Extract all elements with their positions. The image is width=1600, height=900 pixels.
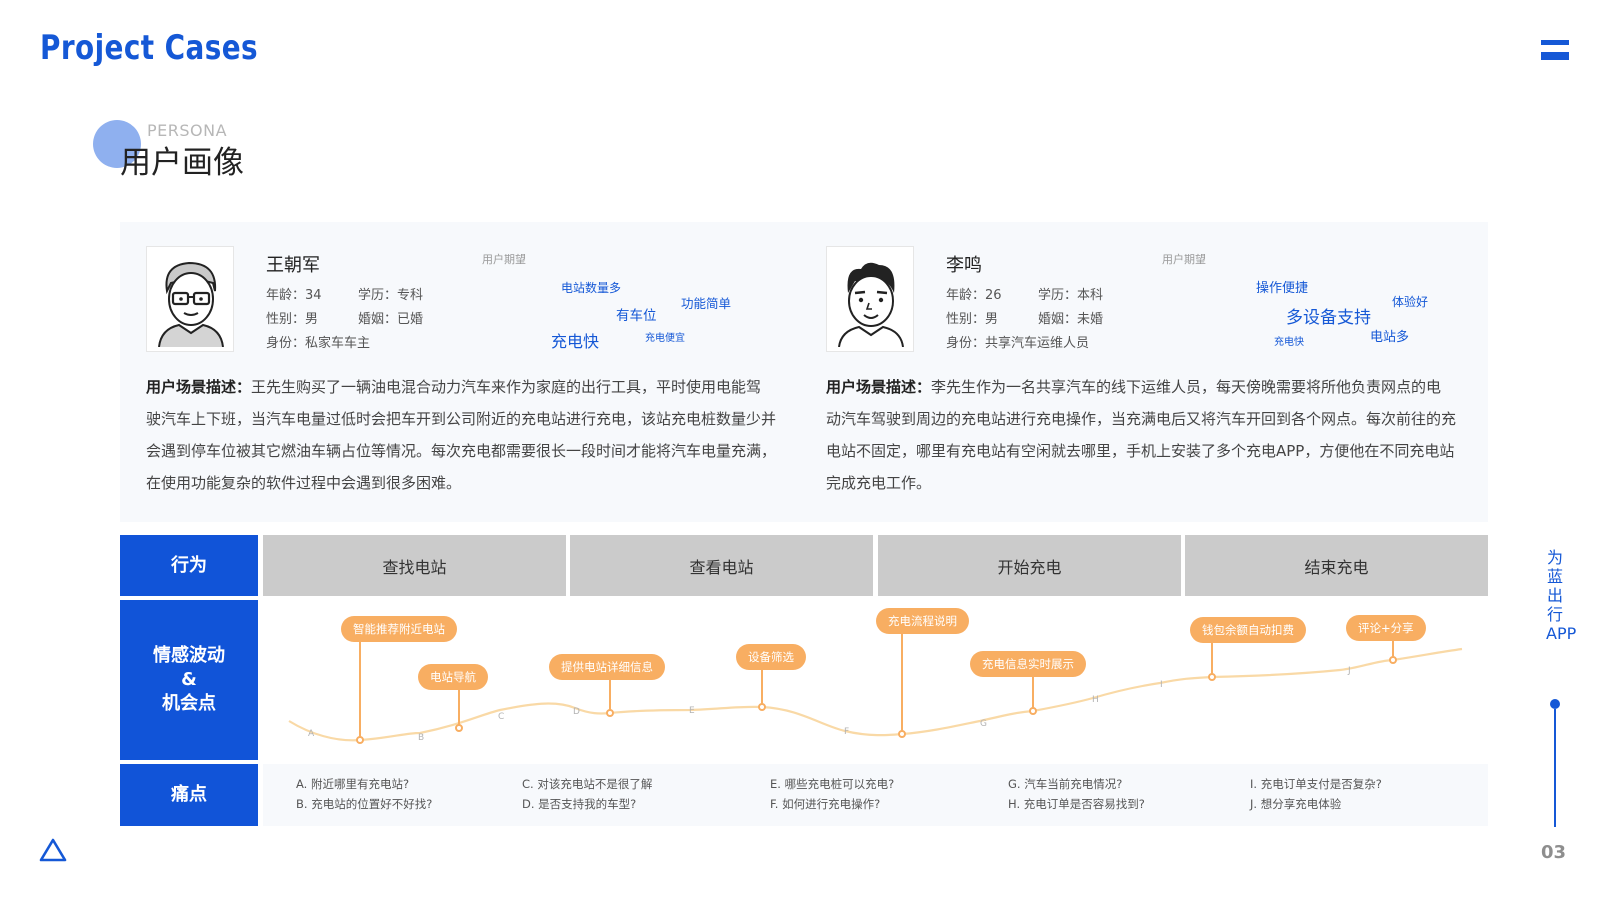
opportunity-bubble: 电站导航 <box>418 664 488 690</box>
progress-line <box>1554 709 1556 827</box>
curve-point-label: H <box>1092 695 1099 705</box>
vertical-app-name: 为蓝出行APP <box>1546 548 1577 643</box>
pain-point: I. 充电订单支付是否复杂? <box>1250 777 1382 791</box>
pain-point: B. 充电站的位置好不好找? <box>296 797 433 811</box>
opportunity-node <box>455 724 463 732</box>
opportunity-node <box>1389 656 1397 664</box>
pain-point: A. 附近哪里有充电站? <box>296 777 410 791</box>
pain-point: G. 汽车当前充电情况? <box>1008 777 1123 791</box>
curve-point-label: I <box>1160 680 1163 690</box>
opportunity-node <box>1208 673 1216 681</box>
curve-point-label: D <box>573 707 580 717</box>
pain-point: C. 对该充电站不是很了解 <box>522 777 653 791</box>
opportunity-bubble: 充电流程说明 <box>876 608 969 634</box>
pain-point: F. 如何进行充电操作? <box>770 797 881 811</box>
progress-dot <box>1550 699 1560 709</box>
pain-point: D. 是否支持我的车型? <box>522 797 637 811</box>
opportunity-node <box>758 703 766 711</box>
curve-point-label: G <box>980 719 987 729</box>
opportunity-node <box>1029 707 1037 715</box>
curve-point-label: A <box>308 729 315 739</box>
opportunity-node <box>898 730 906 738</box>
pain-point: E. 哪些充电桩可以充电? <box>770 777 895 791</box>
pain-point: J. 想分享充电体验 <box>1250 797 1342 811</box>
opportunity-bubble: 提供电站详细信息 <box>549 654 665 680</box>
opportunity-bubble: 充电信息实时展示 <box>970 651 1086 677</box>
opportunity-node <box>606 709 614 717</box>
curve-point-label: F <box>844 727 849 737</box>
opportunity-bubble: 设备筛选 <box>736 644 806 670</box>
emotion-curve <box>288 647 1463 742</box>
opportunity-node <box>356 736 364 744</box>
curve-point-label: J <box>1347 666 1351 676</box>
curve-point-label: E <box>689 706 695 716</box>
opportunity-bubble: 智能推荐附近电站 <box>341 616 457 642</box>
opportunity-bubble: 钱包余额自动扣费 <box>1190 617 1306 643</box>
pain-points-area <box>263 764 1488 826</box>
curve-point-label: B <box>418 733 424 743</box>
opportunity-bubble: 评论+分享 <box>1346 615 1426 641</box>
page-number: 03 <box>1541 842 1567 863</box>
triangle-logo-icon <box>39 838 67 862</box>
pain-point: H. 充电订单是否容易找到? <box>1008 797 1145 811</box>
curve-point-label: C <box>498 712 504 722</box>
